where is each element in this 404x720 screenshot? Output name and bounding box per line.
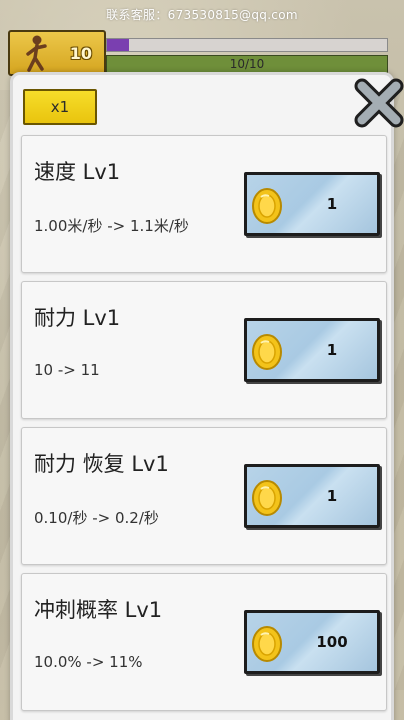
experience-progress-bar (106, 38, 388, 52)
upgrade-title: 冲刺概率 Lv1 (34, 598, 163, 622)
upgrade-card-stamina: 耐力 Lv1 10 -> 11 1 (21, 281, 387, 419)
upgrade-title: 耐力 恢复 Lv1 (34, 452, 169, 476)
upgrade-cost: 1 (326, 341, 338, 359)
gold-coin-icon (252, 480, 282, 516)
buy-upgrade-button[interactable]: 1 (244, 318, 380, 382)
player-level-badge: 10 (8, 30, 106, 76)
upgrade-cost: 100 (316, 633, 348, 651)
close-x-icon[interactable] (353, 77, 404, 129)
upgrade-description: 0.10/秒 -> 0.2/秒 (34, 509, 159, 527)
gold-coin-icon (252, 334, 282, 370)
upgrade-title: 速度 Lv1 (34, 160, 121, 184)
buy-upgrade-button[interactable]: 1 (244, 464, 380, 528)
gold-coin-icon (252, 188, 282, 224)
upgrade-description: 10 -> 11 (34, 361, 100, 379)
buy-upgrade-button[interactable]: 100 (244, 610, 380, 674)
player-level-value: 10 (69, 44, 92, 63)
multiplier-button[interactable]: x1 (23, 89, 97, 125)
gold-coin-icon (252, 626, 282, 662)
experience-progress-fill (107, 39, 130, 51)
upgrade-title: 耐力 Lv1 (34, 306, 121, 330)
upgrade-cost: 1 (326, 487, 338, 505)
upgrade-cost: 1 (326, 195, 338, 213)
upgrade-card-stamina-recovery: 耐力 恢复 Lv1 0.10/秒 -> 0.2/秒 1 (21, 427, 387, 565)
upgrade-modal: x1 速度 Lv1 1.00米/秒 -> 1.1米/秒 1 耐力 Lv1 10 … (10, 72, 404, 720)
contact-text: 联系客服：673530815@qq.com (106, 8, 298, 22)
buy-upgrade-button[interactable]: 1 (244, 172, 380, 236)
upgrade-card-sprint-chance: 冲刺概率 Lv1 10.0% -> 11% 100 (21, 573, 387, 711)
energy-value: 10/10 (229, 57, 265, 71)
upgrade-card-speed: 速度 Lv1 1.00米/秒 -> 1.1米/秒 1 (21, 135, 387, 273)
runner-icon (26, 35, 47, 72)
upgrade-description: 10.0% -> 11% (34, 653, 143, 671)
upgrade-description: 1.00米/秒 -> 1.1米/秒 (34, 217, 189, 235)
